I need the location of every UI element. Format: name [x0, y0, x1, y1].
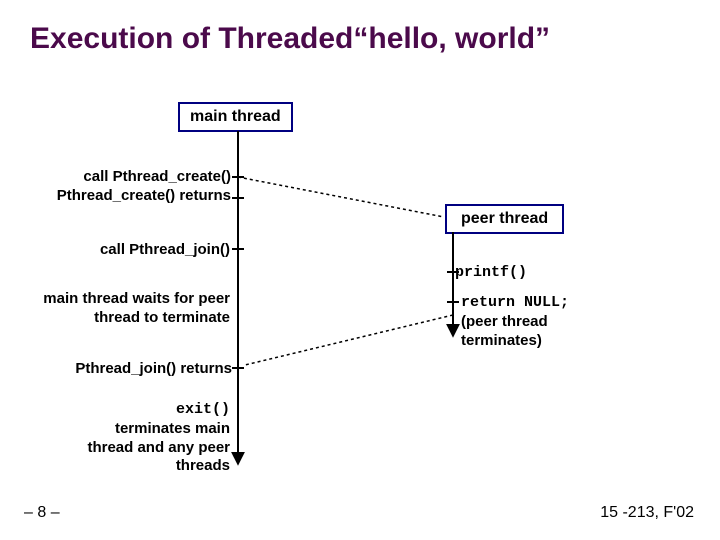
slide-title: Execution of Threaded“hello, world”	[30, 22, 700, 56]
peer-thread-box: peer thread	[445, 204, 564, 234]
label-printf: printf()	[455, 264, 527, 283]
course-footer: 15 -213, F'02	[600, 504, 694, 522]
label-main-waits: main thread waits for peer thread to ter…	[28, 290, 230, 328]
label-return-null: return NULL;(peer thread terminates)	[461, 293, 611, 350]
label-pthread-join: call Pthread_join()	[80, 241, 230, 260]
main-thread-box: main thread	[178, 102, 293, 132]
slide-number: – 8 –	[24, 504, 60, 522]
label-exit: exit()terminates main thread and any pee…	[78, 400, 230, 476]
label-join-returns: Pthread_join() returns	[56, 360, 232, 379]
label-pthread-create: call Pthread_create()Pthread_create() re…	[53, 168, 231, 206]
